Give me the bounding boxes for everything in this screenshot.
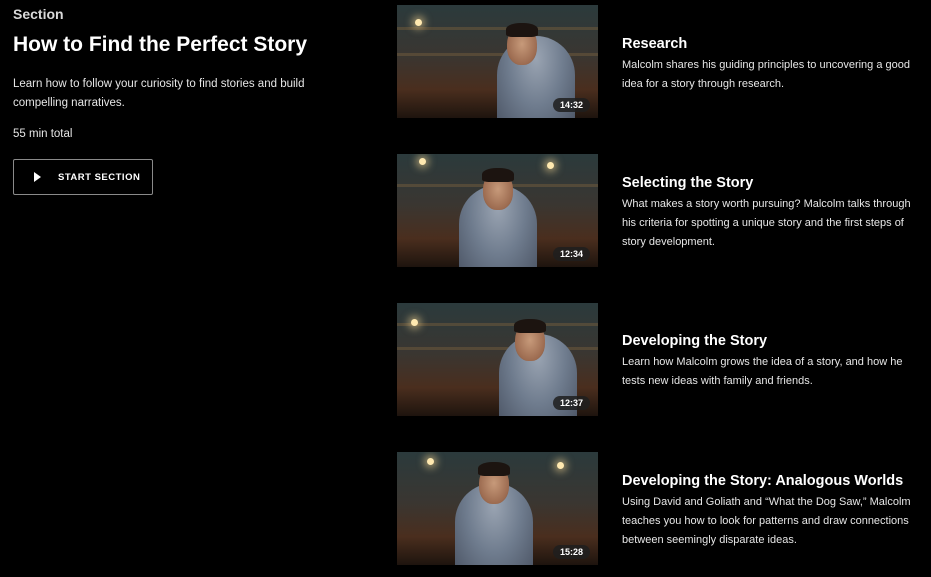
section-description: Learn how to follow your curiosity to fi… (13, 78, 305, 109)
course-section-page: Section How to Find the Perfect Story Le… (0, 0, 931, 577)
lesson-description: Using David and Goliath and “What the Do… (622, 496, 911, 546)
lesson-thumbnail[interactable]: 14:32 (397, 5, 598, 118)
lesson-title[interactable]: Research (622, 35, 917, 53)
thumbnail-presenter-hair (482, 168, 514, 182)
lesson-title[interactable]: Developing the Story (622, 332, 917, 350)
start-section-button[interactable]: START SECTION (13, 159, 153, 195)
thumbnail-presenter-hair (514, 319, 546, 333)
thumbnail-lamp (415, 19, 422, 26)
lesson-item: 12:34 Selecting the Story What makes a s… (397, 154, 917, 268)
lesson-description: What makes a story worth pursuing? Malco… (622, 198, 911, 248)
thumbnail-lamp (557, 462, 564, 469)
lesson-title[interactable]: Selecting the Story (622, 174, 917, 192)
start-section-label: START SECTION (58, 171, 141, 183)
thumbnail-presenter-hair (506, 23, 538, 37)
lesson-item: 14:32 Research Malcolm shares his guidin… (397, 5, 917, 119)
section-total-duration: 55 min total (13, 128, 73, 140)
duration-badge: 15:28 (552, 545, 590, 559)
duration-badge: 12:37 (552, 396, 590, 410)
thumbnail-lamp (419, 158, 426, 165)
lesson-description: Malcolm shares his guiding principles to… (622, 59, 910, 90)
lesson-title[interactable]: Developing the Story: Analogous Worlds (622, 472, 917, 490)
lesson-item: 15:28 Developing the Story: Analogous Wo… (397, 452, 917, 566)
lesson-text: Developing the Story: Analogous Worlds U… (622, 472, 917, 550)
lesson-thumbnail[interactable]: 12:37 (397, 303, 598, 416)
section-info: Section How to Find the Perfect Story Le… (13, 6, 313, 195)
lesson-thumbnail[interactable]: 12:34 (397, 154, 598, 267)
thumbnail-scenery (397, 27, 598, 30)
lesson-text: Developing the Story Learn how Malcolm g… (622, 332, 917, 391)
lesson-thumbnail[interactable]: 15:28 (397, 452, 598, 565)
play-icon (34, 172, 41, 182)
duration-badge: 14:32 (552, 98, 590, 112)
thumbnail-presenter-hair (478, 462, 510, 476)
thumbnail-scenery (397, 323, 598, 326)
lesson-text: Selecting the Story What makes a story w… (622, 174, 917, 252)
thumbnail-lamp (427, 458, 434, 465)
section-title: How to Find the Perfect Story (13, 33, 308, 56)
thumbnail-lamp (547, 162, 554, 169)
lesson-item: 12:37 Developing the Story Learn how Mal… (397, 303, 917, 417)
duration-badge: 12:34 (552, 247, 590, 261)
thumbnail-lamp (411, 319, 418, 326)
lesson-description: Learn how Malcolm grows the idea of a st… (622, 356, 903, 387)
section-eyebrow: Section (13, 6, 64, 22)
lesson-text: Research Malcolm shares his guiding prin… (622, 35, 917, 94)
